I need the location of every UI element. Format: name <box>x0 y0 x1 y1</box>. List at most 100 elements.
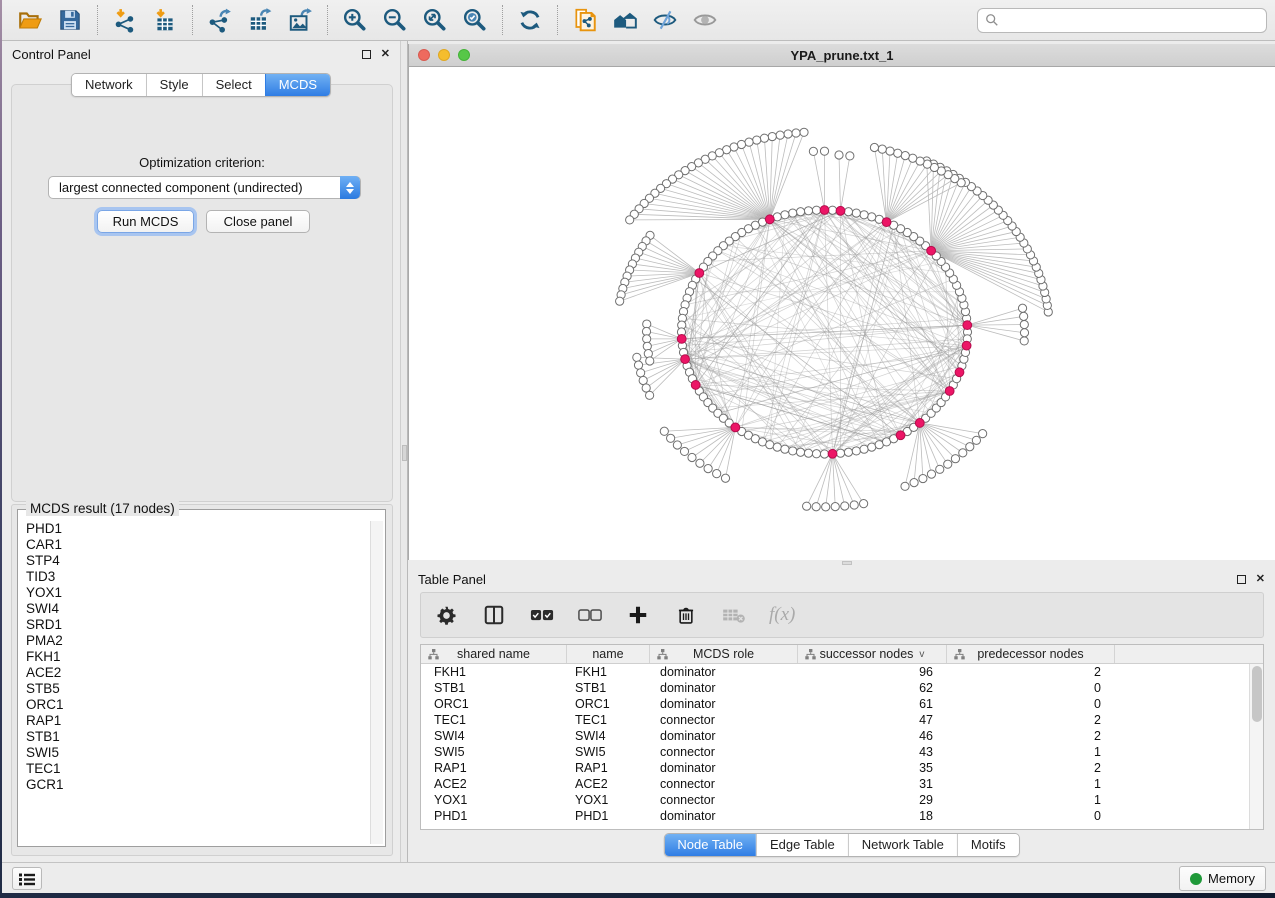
run-mcds-button[interactable]: Run MCDS <box>97 210 194 233</box>
graph-node[interactable] <box>835 151 843 159</box>
column-header-predecessor-nodes[interactable]: predecessor nodes <box>947 645 1115 663</box>
column-header-shared-name[interactable]: shared name <box>421 645 567 663</box>
graph-node[interactable] <box>792 129 800 137</box>
tab-node-table[interactable]: Node Table <box>664 834 756 856</box>
close-panel-icon[interactable]: ✕ <box>381 49 390 60</box>
mcds-result-item[interactable]: STP4 <box>20 553 369 569</box>
mcds-list-scrollbar[interactable] <box>370 521 383 844</box>
import-table-button[interactable] <box>145 3 185 37</box>
table-scrollbar[interactable] <box>1249 664 1263 829</box>
graph-node[interactable] <box>688 453 696 461</box>
graph-node[interactable] <box>1020 337 1028 345</box>
graph-node[interactable] <box>643 342 651 350</box>
export-image-button[interactable] <box>280 3 320 37</box>
mcds-result-item[interactable]: STB5 <box>20 681 369 697</box>
graph-node[interactable] <box>634 361 642 369</box>
graph-node[interactable] <box>696 459 704 467</box>
table-row[interactable]: YOX1YOX1connector291 <box>421 792 1249 808</box>
graph-node[interactable] <box>836 449 844 457</box>
export-network-button[interactable] <box>200 3 240 37</box>
table-settings-button[interactable] <box>433 600 459 630</box>
mcds-result-item[interactable]: YOX1 <box>20 585 369 601</box>
graph-node[interactable] <box>944 460 952 468</box>
graph-node[interactable] <box>1020 320 1028 328</box>
graph-node[interactable] <box>789 447 797 455</box>
zoom-fit-button[interactable] <box>415 3 455 37</box>
mcds-result-item[interactable]: GCR1 <box>20 777 369 793</box>
graph-node[interactable] <box>850 501 858 509</box>
selected-graph-node[interactable] <box>963 321 972 330</box>
mcds-result-item[interactable]: ORC1 <box>20 697 369 713</box>
graph-node[interactable] <box>860 211 868 219</box>
graph-node[interactable] <box>860 445 868 453</box>
selected-graph-node[interactable] <box>765 215 774 224</box>
graph-node[interactable] <box>894 149 902 157</box>
graph-node[interactable] <box>1020 329 1028 337</box>
graph-node[interactable] <box>820 450 828 458</box>
mcds-result-item[interactable]: RAP1 <box>20 713 369 729</box>
graph-node[interactable] <box>773 443 781 451</box>
column-header-successor-nodes[interactable]: successor nodesv <box>798 645 947 663</box>
selected-graph-node[interactable] <box>691 381 700 390</box>
maximize-window-icon[interactable] <box>458 49 470 61</box>
graph-node[interactable] <box>633 353 641 361</box>
tab-network-table[interactable]: Network Table <box>848 834 957 856</box>
splitter-grip[interactable] <box>842 561 852 565</box>
selected-graph-node[interactable] <box>677 334 686 343</box>
graph-node[interactable] <box>852 447 860 455</box>
selected-graph-node[interactable] <box>681 355 690 364</box>
ui-settings-menu-button[interactable] <box>12 867 42 890</box>
table-row[interactable]: RAP1RAP1dominator352 <box>421 760 1249 776</box>
column-layout-button[interactable] <box>481 600 507 630</box>
table-row[interactable]: ACE2ACE2connector311 <box>421 776 1249 792</box>
import-network-button[interactable] <box>105 3 145 37</box>
graph-node[interactable] <box>639 376 647 384</box>
graph-node[interactable] <box>721 474 729 482</box>
graph-node[interactable] <box>936 465 944 473</box>
table-row[interactable]: SWI4SWI4dominator462 <box>421 728 1249 744</box>
selected-graph-node[interactable] <box>731 423 740 432</box>
open-file-button[interactable] <box>10 3 50 37</box>
memory-button[interactable]: Memory <box>1179 866 1266 891</box>
graph-node[interactable] <box>927 470 935 478</box>
mcds-result-item[interactable]: FKH1 <box>20 649 369 665</box>
mcds-result-item[interactable]: SWI5 <box>20 745 369 761</box>
graph-node[interactable] <box>781 445 789 453</box>
graph-node[interactable] <box>760 134 768 142</box>
graph-node[interactable] <box>796 208 804 216</box>
graph-node[interactable] <box>644 350 652 358</box>
mcds-result-item[interactable]: SWI4 <box>20 601 369 617</box>
graph-node[interactable] <box>831 503 839 511</box>
graph-node[interactable] <box>820 147 828 155</box>
tab-network[interactable]: Network <box>72 74 146 96</box>
graph-node[interactable] <box>804 449 812 457</box>
graph-node[interactable] <box>822 503 830 511</box>
graph-node[interactable] <box>812 503 820 511</box>
close-window-icon[interactable] <box>418 49 430 61</box>
column-header-MCDS-role[interactable]: MCDS role <box>650 645 798 663</box>
table-row[interactable]: SWI5SWI5connector431 <box>421 744 1249 760</box>
graph-node[interactable] <box>972 436 980 444</box>
function-builder-button[interactable]: f(x) <box>769 604 795 626</box>
float-panel-icon[interactable] <box>362 50 371 59</box>
graph-node[interactable] <box>959 449 967 457</box>
graph-node[interactable] <box>852 209 860 217</box>
selected-graph-node[interactable] <box>915 419 924 428</box>
graph-node[interactable] <box>844 448 852 456</box>
selected-graph-node[interactable] <box>828 449 837 458</box>
zoom-selected-button[interactable] <box>455 3 495 37</box>
graph-node[interactable] <box>1018 304 1026 312</box>
export-table-button[interactable] <box>240 3 280 37</box>
save-session-button[interactable] <box>50 3 90 37</box>
selected-graph-node[interactable] <box>955 368 964 377</box>
zoom-in-button[interactable] <box>335 3 375 37</box>
table-row[interactable]: PHD1PHD1dominator180 <box>421 808 1249 824</box>
tab-select[interactable]: Select <box>202 74 265 96</box>
column-header-name[interactable]: name <box>567 645 650 663</box>
float-panel-icon[interactable] <box>1237 575 1246 584</box>
graph-node[interactable] <box>846 152 854 160</box>
graph-node[interactable] <box>951 455 959 463</box>
graph-node[interactable] <box>784 130 792 138</box>
selected-graph-node[interactable] <box>962 341 971 350</box>
graph-node[interactable] <box>868 443 876 451</box>
